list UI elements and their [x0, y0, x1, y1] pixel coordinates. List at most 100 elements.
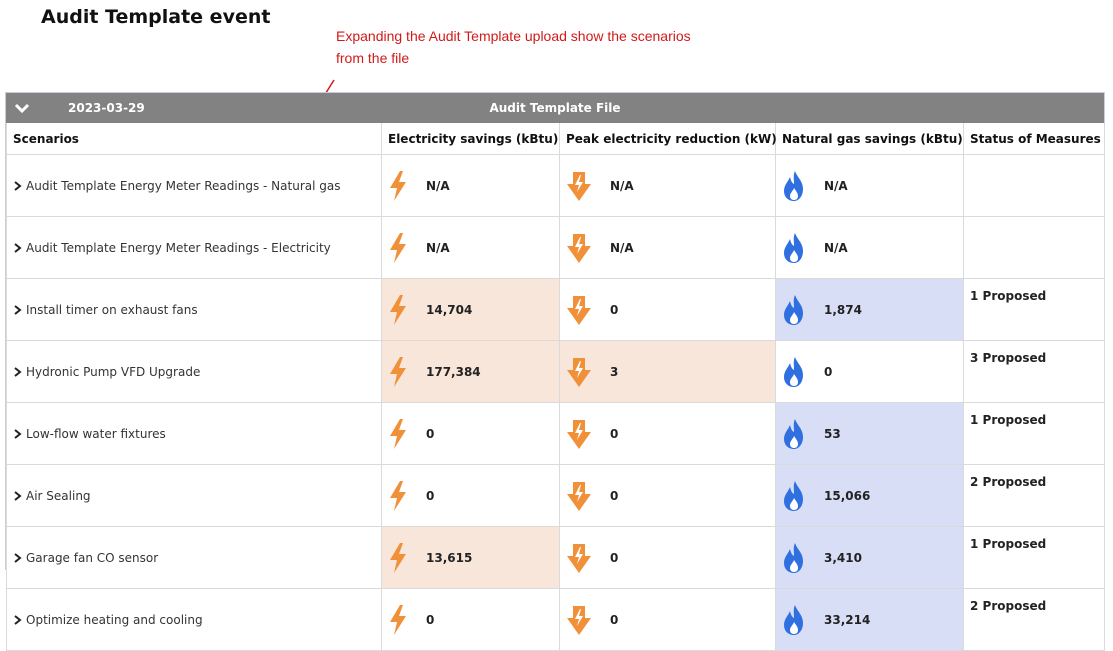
electricity-savings-cell: N/A: [381, 216, 560, 279]
event-header[interactable]: 2023-03-29 Audit Template File: [6, 93, 1104, 123]
electricity-savings-value: 13,615: [426, 550, 473, 565]
chevron-right-icon: [14, 490, 22, 501]
chevron-right-icon: [14, 304, 22, 315]
column-header-status: Status of Measures: [963, 123, 1105, 155]
status-cell: 3 Proposed: [963, 340, 1105, 403]
peak-reduction-value: 3: [610, 364, 619, 379]
status-value: 3 Proposed: [970, 351, 1047, 365]
gas-savings-value: N/A: [824, 178, 848, 193]
lightning-bolt-icon: [390, 604, 406, 635]
scenario-cell[interactable]: Install timer on exhaust fans: [6, 278, 382, 341]
down-arrow-bolt-icon: [567, 233, 591, 263]
scenario-cell[interactable]: Audit Template Energy Meter Readings - E…: [6, 216, 382, 279]
scenario-cell[interactable]: Air Sealing: [6, 464, 382, 527]
down-arrow-bolt-icon: [567, 295, 591, 325]
scenario-name: Garage fan CO sensor: [26, 550, 159, 565]
chevron-right-icon: [14, 552, 22, 563]
electricity-savings-value: N/A: [426, 240, 450, 255]
peak-reduction-value: N/A: [610, 240, 634, 255]
lightning-bolt-icon: [390, 170, 406, 201]
electricity-savings-cell: 0: [381, 402, 560, 465]
table-row[interactable]: Install timer on exhaust fans 14,704 0 1,87…: [6, 278, 1105, 341]
peak-reduction-value: N/A: [610, 178, 634, 193]
table-header-row: Scenarios Electricity savings (kBtu) Pea…: [6, 123, 1105, 155]
status-value: 2 Proposed: [970, 475, 1047, 489]
flame-icon: [784, 232, 803, 263]
electricity-savings-cell: 0: [381, 464, 560, 527]
gas-savings-cell: 15,066: [775, 464, 964, 527]
chevron-right-icon: [14, 614, 22, 625]
peak-reduction-cell: 0: [559, 526, 776, 589]
electricity-savings-value: 0: [426, 488, 435, 503]
chevron-right-icon: [14, 428, 22, 439]
gas-savings-cell: 53: [775, 402, 964, 465]
table-row[interactable]: Low-flow water fixtures 0 0 53 1 Proposed: [6, 402, 1105, 465]
table-row[interactable]: Air Sealing 0 0 15,066 2 Proposed: [6, 464, 1105, 527]
scenario-name: Hydronic Pump VFD Upgrade: [26, 364, 201, 379]
peak-reduction-cell: 3: [559, 340, 776, 403]
gas-savings-cell: 3,410: [775, 526, 964, 589]
lightning-bolt-icon: [390, 418, 406, 449]
status-cell: 1 Proposed: [963, 278, 1105, 341]
peak-reduction-cell: N/A: [559, 154, 776, 217]
down-arrow-bolt-icon: [567, 419, 591, 449]
gas-savings-cell: N/A: [775, 216, 964, 279]
table-row[interactable]: Audit Template Energy Meter Readings - N…: [6, 154, 1105, 217]
table-row[interactable]: Audit Template Energy Meter Readings - E…: [6, 216, 1105, 279]
gas-savings-value: 3,410: [824, 550, 862, 565]
flame-icon: [784, 356, 803, 387]
gas-savings-value: N/A: [824, 240, 848, 255]
event-source-title: Audit Template File: [489, 101, 621, 115]
electricity-savings-cell: 177,384: [381, 340, 560, 403]
chevron-right-icon: [14, 242, 22, 253]
scenario-cell[interactable]: Audit Template Energy Meter Readings - N…: [6, 154, 382, 217]
status-cell: 2 Proposed: [963, 588, 1105, 651]
status-value: 1 Proposed: [970, 537, 1047, 551]
electricity-savings-value: 0: [426, 612, 435, 627]
column-header-scenarios: Scenarios: [6, 123, 382, 155]
scenario-cell[interactable]: Optimize heating and cooling: [6, 588, 382, 651]
down-arrow-bolt-icon: [567, 357, 591, 387]
flame-icon: [784, 170, 803, 201]
status-cell: 1 Proposed: [963, 402, 1105, 465]
down-arrow-bolt-icon: [567, 171, 591, 201]
peak-reduction-value: 0: [610, 426, 619, 441]
scenario-rows: Audit Template Energy Meter Readings - N…: [6, 154, 1105, 651]
flame-icon: [784, 294, 803, 325]
down-arrow-bolt-icon: [567, 543, 591, 573]
gas-savings-cell: 0: [775, 340, 964, 403]
flame-icon: [784, 480, 803, 511]
scenario-cell[interactable]: Low-flow water fixtures: [6, 402, 382, 465]
scenario-name: Low-flow water fixtures: [26, 426, 166, 441]
status-value: 1 Proposed: [970, 413, 1047, 427]
electricity-savings-cell: 14,704: [381, 278, 560, 341]
column-header-gas: Natural gas savings (kBtu): [775, 123, 964, 155]
table-row[interactable]: Garage fan CO sensor 13,615 0 3,410 1 Propos…: [6, 526, 1105, 589]
scenario-cell[interactable]: Hydronic Pump VFD Upgrade: [6, 340, 382, 403]
status-value: 2 Proposed: [970, 599, 1047, 613]
peak-reduction-value: 0: [610, 302, 619, 317]
annotation-note: Expanding the Audit Template upload show…: [336, 28, 691, 66]
gas-savings-cell: N/A: [775, 154, 964, 217]
electricity-savings-value: 14,704: [426, 302, 473, 317]
electricity-savings-cell: 0: [381, 588, 560, 651]
peak-reduction-value: 0: [610, 612, 619, 627]
page-title: Audit Template event: [41, 6, 271, 28]
scenario-name: Audit Template Energy Meter Readings - E…: [26, 240, 331, 255]
peak-reduction-cell: N/A: [559, 216, 776, 279]
table-row[interactable]: Optimize heating and cooling 0 0 33,214 2 Pr…: [6, 588, 1105, 651]
flame-icon: [784, 604, 803, 635]
down-arrow-bolt-icon: [567, 605, 591, 635]
status-cell: [963, 216, 1105, 279]
gas-savings-value: 0: [824, 364, 833, 379]
electricity-savings-value: 0: [426, 426, 435, 441]
column-header-electricity: Electricity savings (kBtu): [381, 123, 560, 155]
status-cell: [963, 154, 1105, 217]
scenario-cell[interactable]: Garage fan CO sensor: [6, 526, 382, 589]
electricity-savings-value: 177,384: [426, 364, 481, 379]
table-row[interactable]: Hydronic Pump VFD Upgrade 177,384 3 0 3 Prop…: [6, 340, 1105, 403]
event-panel: 2023-03-29 Audit Template File Scenarios…: [5, 92, 1105, 651]
scenarios-table: Scenarios Electricity savings (kBtu) Pea…: [6, 123, 1105, 651]
gas-savings-value: 1,874: [824, 302, 862, 317]
gas-savings-cell: 33,214: [775, 588, 964, 651]
